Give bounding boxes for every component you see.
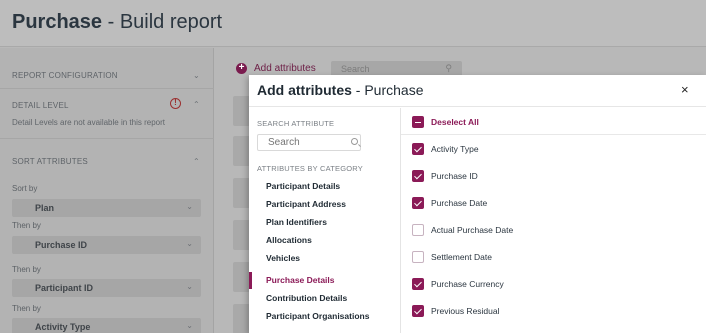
attribute-label: Purchase Date: [431, 198, 488, 208]
category-purchase-details[interactable]: Purchase Details: [266, 275, 335, 285]
divider: [0, 138, 214, 139]
then-by-label: Then by: [12, 265, 41, 274]
report-configuration-heading[interactable]: REPORT CONFIGURATION: [12, 71, 118, 80]
attribute-row-purchase-date[interactable]: Purchase Date: [401, 190, 706, 216]
then-by-label: Then by: [12, 221, 41, 230]
search-input[interactable]: [258, 135, 342, 150]
attribute-row-previous-residual[interactable]: Previous Residual: [401, 298, 706, 324]
chevron-up-icon[interactable]: ⌃: [193, 157, 200, 166]
add-attributes-link[interactable]: Add attributes: [254, 63, 316, 74]
attribute-checkbox[interactable]: [412, 278, 424, 290]
sort-attributes-heading[interactable]: SORT ATTRIBUTES: [12, 157, 88, 166]
attribute-row-purchase-currency[interactable]: Purchase Currency: [401, 271, 706, 297]
detail-level-note: Detail Levels are not available in this …: [12, 118, 165, 127]
deselect-all-row[interactable]: Deselect All: [401, 109, 706, 135]
page-header: Purchase - Build report: [0, 0, 706, 47]
search-attribute-caption: SEARCH ATTRIBUTE: [257, 119, 335, 128]
attribute-label: Actual Purchase Date: [431, 225, 514, 235]
deselect-all-checkbox[interactable]: [412, 116, 424, 128]
then-by-label: Then by: [12, 304, 41, 313]
attribute-label: Settlement Date: [431, 252, 492, 262]
sort-by-select[interactable]: Plan ⌄: [12, 199, 201, 217]
chevron-down-icon[interactable]: ⌄: [193, 71, 200, 80]
deselect-all-label[interactable]: Deselect All: [431, 117, 479, 127]
attribute-checkbox[interactable]: [412, 251, 424, 263]
attributes-by-category-caption: ATTRIBUTES BY CATEGORY: [257, 164, 363, 173]
category-plan-identifiers[interactable]: Plan Identifiers: [266, 217, 327, 227]
close-icon[interactable]: ×: [681, 82, 689, 97]
attribute-checkbox[interactable]: [412, 197, 424, 209]
sort-by-label: Sort by: [12, 184, 38, 193]
chevron-down-icon: ⌄: [186, 202, 193, 211]
modal-header: Add attributes - Purchase ×: [249, 75, 706, 107]
chevron-down-icon: ⌄: [186, 321, 193, 330]
then-by-select-1[interactable]: Purchase ID ⌄: [12, 236, 201, 254]
detail-level-heading[interactable]: DETAIL LEVEL: [12, 101, 69, 110]
search-icon: ⚲: [445, 63, 452, 73]
category-participant-details[interactable]: Participant Details: [266, 181, 340, 191]
category-allocations[interactable]: Allocations: [266, 235, 312, 245]
attribute-list: Deselect All Activity Type Purchase ID P…: [401, 108, 706, 333]
attribute-row-actual-purchase-date[interactable]: Actual Purchase Date: [401, 217, 706, 243]
then-by-select-2[interactable]: Participant ID ⌄: [12, 279, 201, 297]
attribute-row-activity-type[interactable]: Activity Type: [401, 136, 706, 162]
attribute-label: Previous Residual: [431, 306, 500, 316]
search-icon: [351, 138, 358, 145]
page-title: Purchase - Build report: [12, 11, 223, 33]
active-category-indicator: [249, 272, 252, 289]
modal-title: Add attributes - Purchase: [257, 82, 424, 98]
attribute-checkbox[interactable]: [412, 143, 424, 155]
add-attributes-modal: Add attributes - Purchase × SEARCH ATTRI…: [249, 75, 706, 333]
category-contribution-details[interactable]: Contribution Details: [266, 293, 347, 303]
category-participant-address[interactable]: Participant Address: [266, 199, 346, 209]
category-participant-organisations[interactable]: Participant Organisations: [266, 311, 369, 321]
divider: [0, 88, 214, 89]
attribute-checkbox[interactable]: [412, 305, 424, 317]
attribute-checkbox[interactable]: [412, 224, 424, 236]
attribute-label: Purchase ID: [431, 171, 478, 181]
attribute-search-field[interactable]: [257, 134, 361, 151]
add-circle-icon[interactable]: +: [236, 63, 247, 74]
attribute-categories-panel: SEARCH ATTRIBUTE ATTRIBUTES BY CATEGORY …: [249, 108, 401, 333]
chevron-up-icon[interactable]: ⌃: [193, 100, 200, 109]
attribute-label: Purchase Currency: [431, 279, 504, 289]
attribute-label: Activity Type: [431, 144, 479, 154]
chevron-down-icon: ⌄: [186, 239, 193, 248]
attribute-row-purchase-id[interactable]: Purchase ID: [401, 163, 706, 189]
category-vehicles[interactable]: Vehicles: [266, 253, 300, 263]
then-by-select-3[interactable]: Activity Type ⌄: [12, 318, 201, 333]
chevron-down-icon: ⌄: [186, 282, 193, 291]
warning-icon: !: [170, 98, 181, 109]
attribute-checkbox[interactable]: [412, 170, 424, 182]
attribute-row-settlement-date[interactable]: Settlement Date: [401, 244, 706, 270]
report-sidebar: REPORT CONFIGURATION ⌄ DETAIL LEVEL ! ⌃ …: [0, 48, 214, 333]
